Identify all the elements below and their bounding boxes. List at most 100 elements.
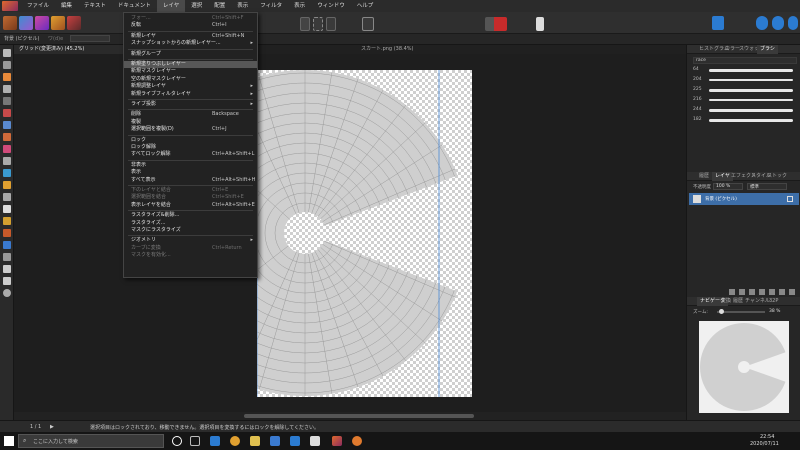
blur-tool-icon[interactable] — [3, 193, 11, 201]
windows-start-icon[interactable] — [4, 436, 14, 446]
layer-menu-item[interactable]: ライブ投影 ▸ — [124, 101, 257, 108]
layer-menu-item[interactable]: 表示 — [124, 169, 257, 176]
layer-menu-item[interactable]: 新規調整レイヤ ▸ — [124, 83, 257, 90]
layer-menu-item[interactable]: マスクを有効化... — [124, 252, 257, 259]
taskbar-search-input[interactable]: ⌕ ここに入力して検索 — [18, 434, 164, 448]
layer-action-icon[interactable] — [729, 289, 735, 295]
layer-menu-item[interactable]: すべてロック解除 Ctrl+Alt+Shift+L — [124, 151, 257, 158]
document-canvas[interactable] — [257, 70, 472, 397]
tab-32p[interactable]: 32P — [769, 297, 778, 306]
studio-panel-icon[interactable] — [712, 16, 724, 30]
brush-category[interactable]: race — [693, 57, 797, 64]
paint-tool-icon[interactable] — [3, 121, 11, 129]
persona-export-icon[interactable] — [67, 16, 81, 30]
zoom-slider[interactable] — [717, 309, 765, 314]
menu-item[interactable]: 選択 — [185, 0, 208, 12]
hand-tool-icon[interactable] — [3, 277, 11, 285]
selection-mode-icon[interactable] — [300, 17, 310, 31]
navigator-preview[interactable] — [699, 321, 789, 413]
crop-tool-icon[interactable] — [3, 61, 11, 69]
persona-develop-icon[interactable] — [35, 16, 49, 30]
menu-item[interactable]: レイヤ — [156, 0, 186, 12]
layer-menu-item[interactable]: すべて表示 Ctrl+Alt+Shift+H — [124, 177, 257, 184]
mail-icon[interactable] — [290, 436, 300, 446]
layer-menu-item[interactable]: ラスタライズ... — [124, 220, 257, 227]
persona-tonemap-icon[interactable] — [51, 16, 65, 30]
context-buttons[interactable] — [70, 35, 110, 42]
layer-action-icon[interactable] — [739, 289, 745, 295]
tab-layers[interactable]: レイヤ — [712, 172, 733, 181]
layer-menu-item[interactable]: 新規ライブフィルタレイヤ ▸ — [124, 91, 257, 98]
menu-item[interactable]: ウィンドウ — [311, 0, 351, 12]
menu-item[interactable]: 表示 — [288, 0, 311, 12]
erase-tool-icon[interactable] — [3, 145, 11, 153]
layer-action-icon[interactable] — [749, 289, 755, 295]
zoom-tool-icon[interactable] — [3, 289, 11, 297]
tab-document-skirt[interactable]: スカート.png (38.4%) — [356, 45, 476, 54]
cortana-icon[interactable] — [172, 436, 182, 446]
layer-menu-item[interactable]: 反転 Ctrl+I — [124, 22, 257, 29]
store-icon[interactable] — [270, 436, 280, 446]
app-logo-icon[interactable] — [2, 1, 18, 11]
smudge-tool-icon[interactable] — [3, 253, 11, 261]
shape-tool-icon[interactable] — [3, 217, 11, 225]
chrome-icon[interactable] — [230, 436, 240, 446]
scrollbar-thumb[interactable] — [244, 414, 474, 418]
tab-color[interactable]: カラー — [725, 45, 740, 54]
settings-icon[interactable] — [772, 16, 784, 30]
layer-menu-item[interactable]: フォー... Ctrl+Shift+F — [124, 15, 257, 22]
sponge-tool-icon[interactable] — [3, 241, 11, 249]
menu-item[interactable]: 表示 — [231, 0, 254, 12]
color-swatch-icon[interactable] — [485, 17, 507, 31]
layer-menu-item[interactable]: 削除 Backspace — [124, 111, 257, 118]
tab-channels[interactable]: チャンネル — [745, 297, 770, 306]
persona-liquify-icon[interactable] — [19, 16, 33, 30]
dodge-tool-icon[interactable] — [3, 157, 11, 165]
gradient-tool-icon[interactable] — [3, 229, 11, 237]
layer-menu-item[interactable]: 新規マスクレイヤー — [124, 68, 257, 75]
layer-action-icon[interactable] — [769, 289, 775, 295]
layer-menu-item[interactable]: ロック — [124, 137, 257, 144]
status-play-icon[interactable]: ▶ — [50, 424, 54, 430]
layer-menu-item[interactable]: 表示レイヤを結合 Ctrl+Alt+Shift+E — [124, 202, 257, 209]
text-tool-icon[interactable] — [3, 265, 11, 273]
color-picker-tool-icon[interactable] — [3, 133, 11, 141]
blend-mode-select[interactable]: 標準 — [747, 183, 787, 190]
layer-menu-item[interactable]: ジオメトリ ▸ — [124, 237, 257, 244]
healing-tool-icon[interactable] — [3, 181, 11, 189]
share-icon[interactable] — [756, 16, 768, 30]
intersect-icon[interactable] — [326, 17, 336, 31]
menu-item[interactable]: フィルタ — [254, 0, 288, 12]
user-icon[interactable] — [788, 16, 798, 30]
affinity-photo-taskbar-icon[interactable] — [332, 436, 342, 446]
menu-item[interactable]: テキスト — [78, 0, 112, 12]
explorer-icon[interactable] — [250, 436, 260, 446]
menu-item[interactable]: ヘルプ — [351, 0, 380, 12]
tab-stock[interactable]: ストック — [767, 172, 787, 181]
brush-tool-icon[interactable] — [3, 85, 11, 93]
menu-item[interactable]: 配置 — [208, 0, 231, 12]
persona-photo-icon[interactable] — [3, 16, 17, 30]
media-icon[interactable] — [310, 436, 320, 446]
tab-history[interactable]: 履歴 — [699, 172, 709, 181]
pen-tool-icon[interactable] — [3, 205, 11, 213]
brush-preset[interactable]: 64 — [693, 67, 797, 75]
move-tool-icon[interactable] — [3, 49, 11, 57]
tab-history-nav[interactable]: 履歴 — [733, 297, 743, 306]
layer-menu-item[interactable]: 選択範囲を結合 Ctrl+Shift+E — [124, 194, 257, 201]
edge-icon[interactable] — [210, 436, 220, 446]
quick-mask-icon[interactable] — [362, 17, 374, 31]
opacity-field[interactable]: 100 % — [713, 183, 743, 190]
brush-preset[interactable]: 244 — [693, 107, 797, 115]
clone-tool-icon[interactable] — [3, 169, 11, 177]
layer-menu-item[interactable]: ラスタライズ&削除... — [124, 212, 257, 219]
marquee-tool-icon[interactable] — [3, 97, 11, 105]
menu-item[interactable]: 編集 — [55, 0, 78, 12]
marquee-icon[interactable] — [313, 17, 323, 31]
layer-menu-item[interactable]: 選択範囲を複製(D) Ctrl+J — [124, 126, 257, 133]
brush-preset[interactable]: 225 — [693, 87, 797, 95]
brush-preset[interactable]: 216 — [693, 97, 797, 105]
layer-menu-item[interactable]: 新規グループ — [124, 51, 257, 58]
brush-preset[interactable]: 182 — [693, 117, 797, 125]
menu-item[interactable]: ドキュメント — [112, 0, 157, 12]
